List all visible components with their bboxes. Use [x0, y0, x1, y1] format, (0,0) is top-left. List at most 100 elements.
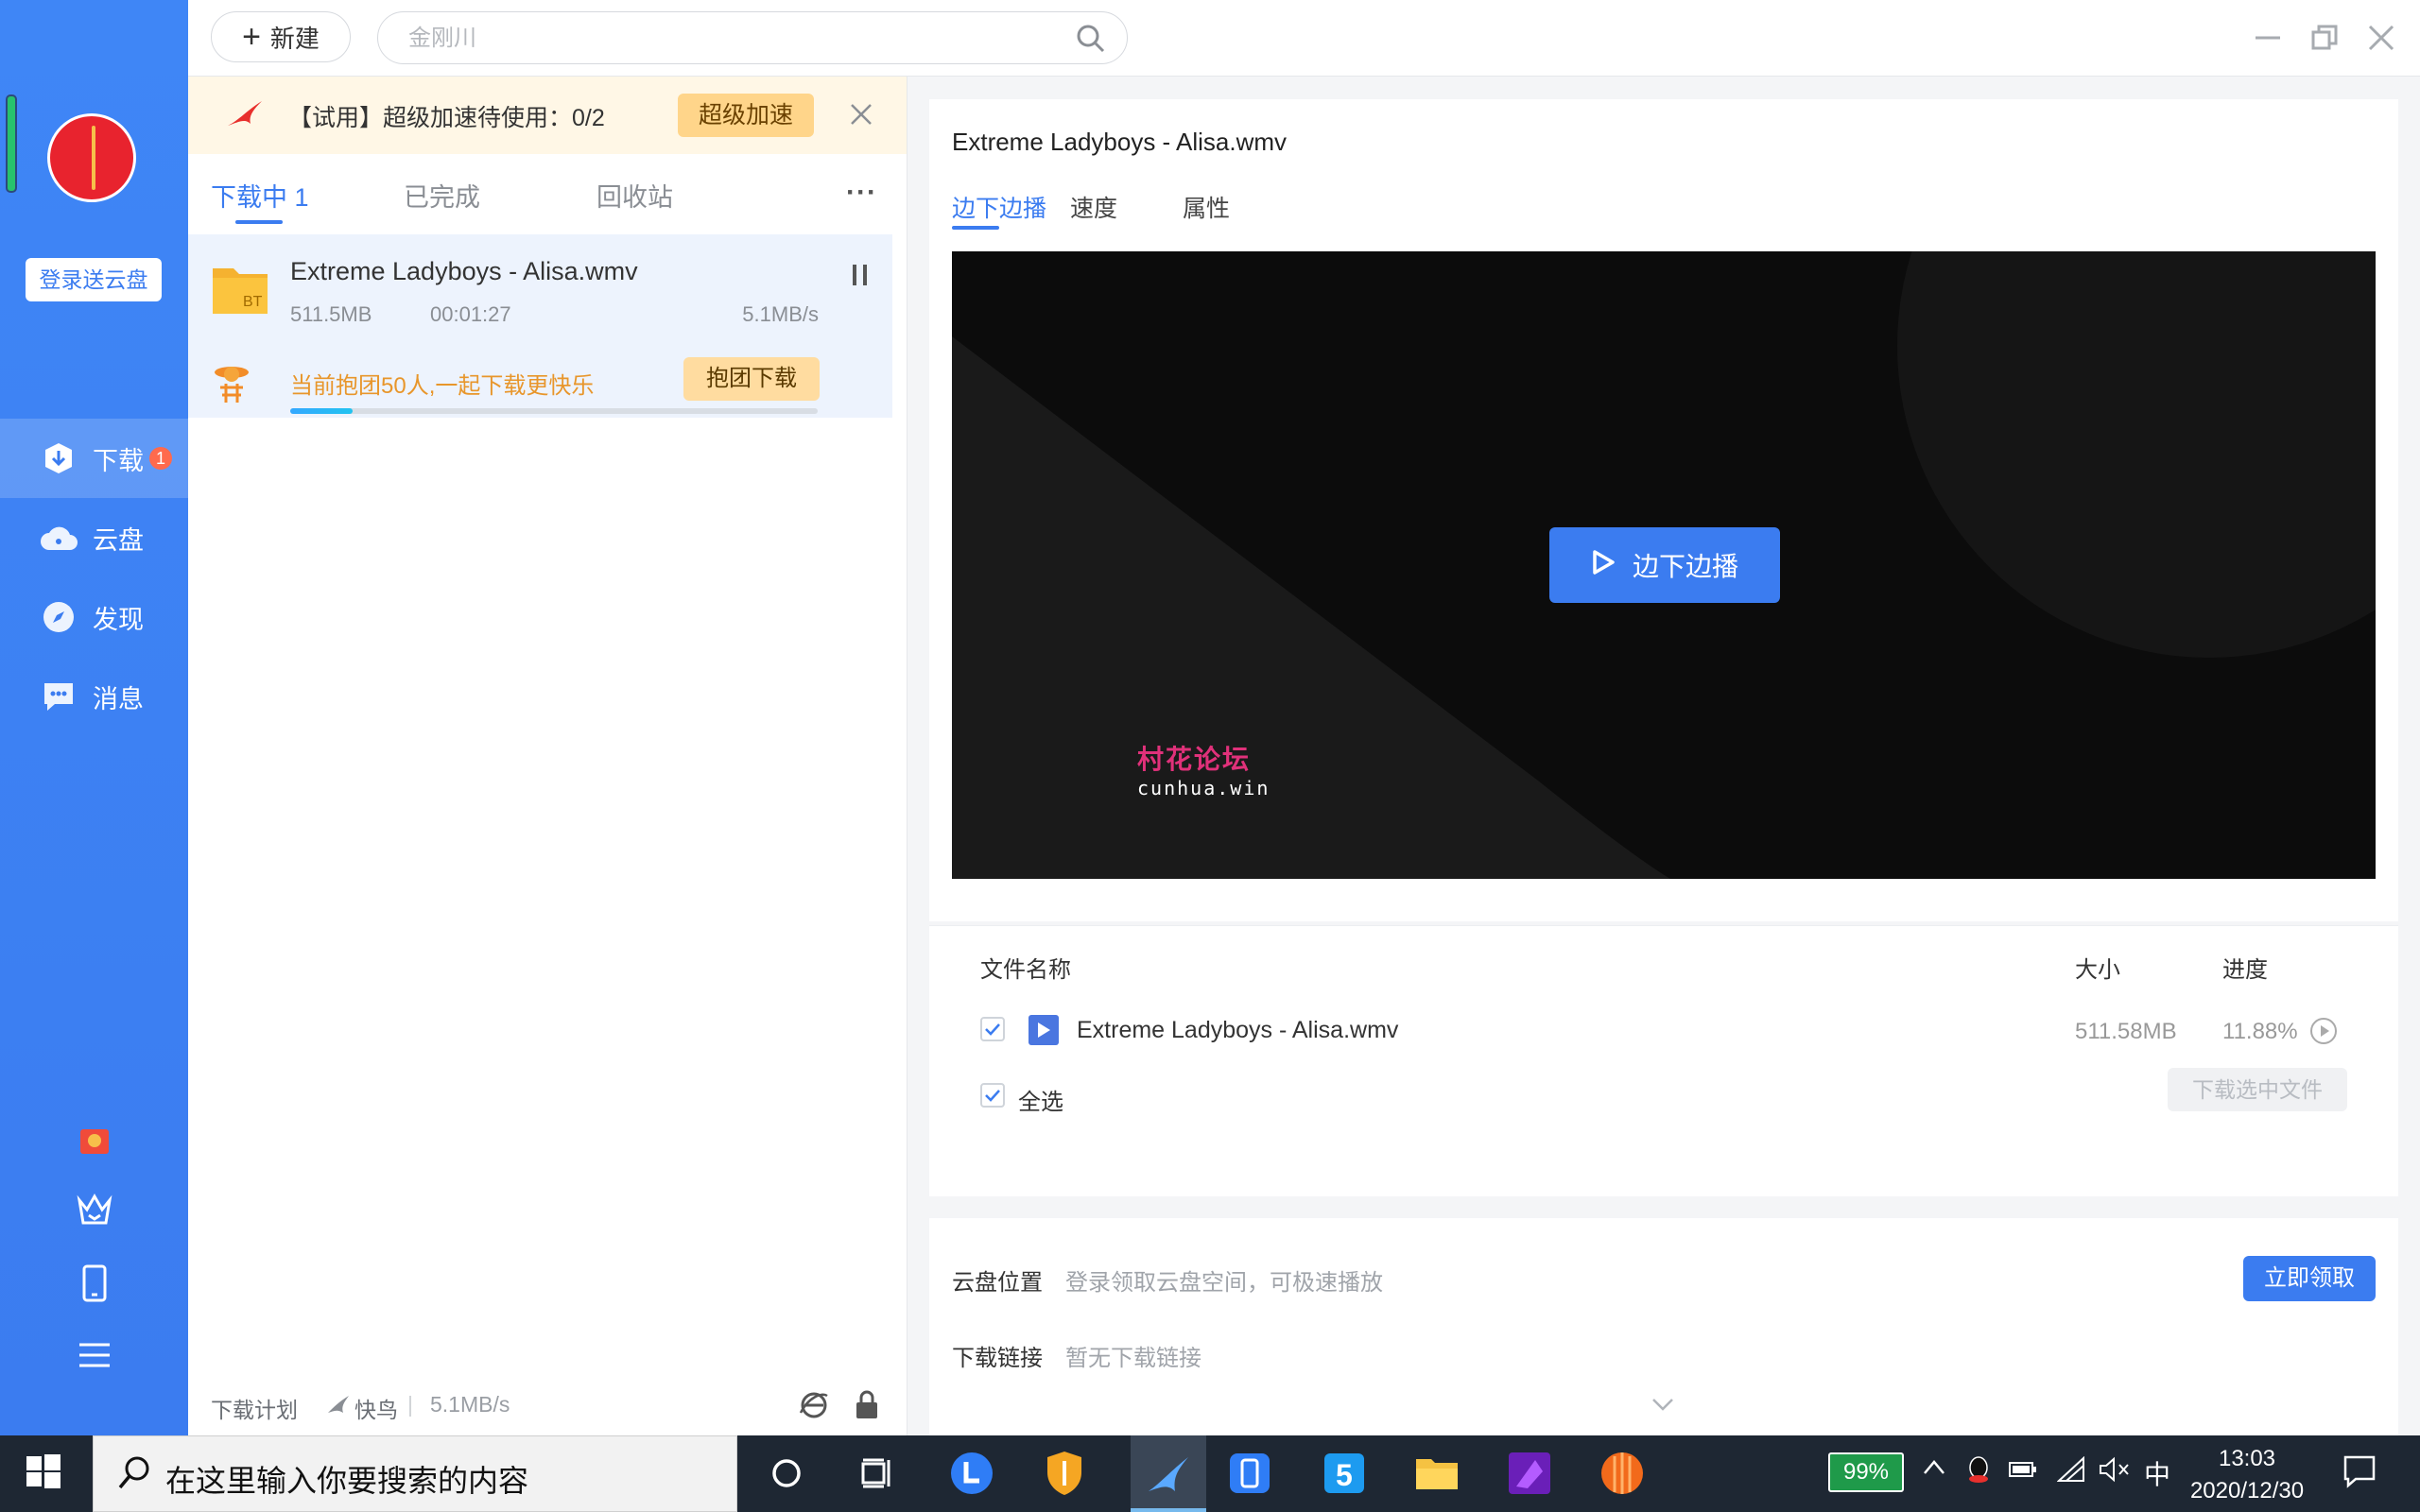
- more-icon[interactable]: ···: [846, 177, 877, 209]
- total-speed: 5.1MB/s: [430, 1392, 510, 1417]
- search-input[interactable]: [406, 20, 1053, 58]
- lock-icon[interactable]: [854, 1390, 880, 1426]
- tab-indicator: [235, 220, 283, 224]
- select-all-checkbox[interactable]: [980, 1083, 1005, 1108]
- login-button[interactable]: 登录送云盘: [26, 258, 162, 301]
- sidebar-item-label: 下载: [93, 446, 144, 475]
- sidebar: 登录送云盘 下载 1 云盘 发现 消息: [0, 0, 188, 1435]
- windows-taskbar: 在这里输入你要搜索的内容 5 99% 中 13:03 2020/12/30: [0, 1435, 2420, 1512]
- file-checkbox[interactable]: [980, 1017, 1005, 1041]
- select-all-label: 全选: [1018, 1090, 1063, 1115]
- notification-center-icon[interactable]: [2342, 1454, 2377, 1493]
- sidebar-item-messages[interactable]: 消息: [0, 657, 188, 736]
- chevron-up-icon[interactable]: [1921, 1454, 1947, 1487]
- file-row-size: 511.58MB: [2075, 1019, 2177, 1044]
- xunlei-taskbar-icon[interactable]: [1131, 1435, 1206, 1512]
- phone-app-icon[interactable]: [1223, 1447, 1276, 1500]
- resize-handle[interactable]: [6, 94, 17, 193]
- battery-icon[interactable]: [2008, 1460, 2038, 1484]
- search-box[interactable]: [377, 11, 1128, 64]
- download-tabs: 下载中 1 已完成 回收站: [188, 154, 907, 220]
- pause-icon[interactable]: [851, 263, 870, 287]
- close-icon[interactable]: [2360, 17, 2402, 59]
- windows-start-icon[interactable]: [25, 1452, 66, 1494]
- download-list-panel: 【试用】超级加速待使用：0/2 超级加速 下载中 1 已完成 回收站 ··· B…: [188, 77, 908, 1435]
- browser-app-icon[interactable]: [1596, 1447, 1649, 1500]
- app-blue-l-icon[interactable]: [945, 1447, 998, 1500]
- play-circle-icon[interactable]: [2309, 1017, 2338, 1050]
- compass-icon: [40, 598, 78, 636]
- input-method-indicator[interactable]: 中: [2144, 1454, 2170, 1492]
- claim-cloud-button[interactable]: 立即领取: [2243, 1256, 2376, 1301]
- cortana-icon[interactable]: [760, 1447, 813, 1500]
- download-icon: [40, 439, 78, 477]
- video-file-icon: [1028, 1015, 1059, 1045]
- wifi-icon[interactable]: [2056, 1455, 2085, 1487]
- file-row-progress: 11.88%: [2222, 1019, 2298, 1044]
- shield-icon[interactable]: [1038, 1447, 1091, 1500]
- menu-icon[interactable]: [74, 1334, 115, 1376]
- tab-properties[interactable]: 属性: [1183, 190, 1230, 224]
- message-icon: [40, 678, 78, 715]
- divider: |: [407, 1392, 413, 1417]
- group-download-button[interactable]: 抱团下载: [683, 357, 820, 401]
- browser-icon[interactable]: [799, 1390, 829, 1426]
- minimize-icon[interactable]: [2247, 17, 2289, 59]
- tab-downloading[interactable]: 下载中 1: [211, 177, 309, 214]
- download-selected-button[interactable]: 下载选中文件: [2168, 1068, 2347, 1111]
- task-view-icon[interactable]: [851, 1447, 904, 1500]
- sidebar-item-discover[interactable]: 发现: [0, 577, 188, 657]
- sidebar-item-cloud[interactable]: 云盘: [0, 498, 188, 577]
- battery-indicator[interactable]: 99%: [1828, 1452, 1904, 1492]
- clock-date: 2020/12/30: [2189, 1478, 2305, 1503]
- task-progress-fill: [290, 408, 354, 414]
- play-label: 边下边播: [1632, 552, 1738, 581]
- watermark-title: 村花论坛: [1137, 745, 1252, 774]
- search-icon[interactable]: [1076, 24, 1106, 59]
- notification-badge: 1: [149, 447, 172, 470]
- sidebar-item-label: 消息: [93, 684, 144, 713]
- video-player[interactable]: 边下边播 村花论坛 cunhua.win: [952, 251, 2376, 879]
- task-speed: 5.1MB/s: [742, 302, 819, 326]
- mobile-icon[interactable]: [74, 1263, 115, 1304]
- task-progress-bar: [290, 408, 818, 414]
- download-link-label: 下载链接: [952, 1346, 1043, 1371]
- taskbar-search-text: 在这里输入你要搜索的内容: [165, 1464, 529, 1498]
- file-row-name: Extreme Ladyboys - Alisa.wmv: [1077, 1017, 1399, 1043]
- kuainiao-icon: [326, 1394, 351, 1420]
- restore-icon[interactable]: [2304, 17, 2345, 59]
- sidebar-item-download[interactable]: 下载 1: [0, 419, 188, 498]
- tab-speed[interactable]: 速度: [1070, 190, 1117, 224]
- system-clock[interactable]: 13:03 2020/12/30: [2186, 1443, 2308, 1507]
- download-link-value: 暂无下载链接: [1065, 1346, 1201, 1371]
- cloud-info-card: 云盘位置 登录领取云盘空间，可极速播放 立即领取 下载链接 暂无下载链接: [929, 1218, 2398, 1451]
- kuainiao-label[interactable]: 快鸟: [354, 1392, 398, 1424]
- file-explorer-icon[interactable]: [1410, 1447, 1463, 1500]
- folder-icon: BT: [211, 261, 269, 316]
- svg-text:5: 5: [1336, 1458, 1353, 1492]
- player-card: Extreme Ladyboys - Alisa.wmv 边下边播 速度 属性 …: [929, 99, 2398, 921]
- chevron-down-icon[interactable]: [1650, 1396, 1676, 1418]
- search-icon: [116, 1453, 154, 1496]
- close-icon[interactable]: [846, 99, 876, 129]
- game-app-icon[interactable]: [1503, 1447, 1556, 1500]
- tab-play-while-downloading[interactable]: 边下边播: [952, 190, 1046, 224]
- task-time-remaining: 00:01:27: [430, 302, 511, 326]
- app-five-icon[interactable]: 5: [1318, 1447, 1371, 1500]
- tab-completed[interactable]: 已完成: [404, 177, 480, 214]
- download-plan-link[interactable]: 下载计划: [211, 1392, 298, 1424]
- play-button[interactable]: 边下边播: [1549, 527, 1780, 603]
- super-accelerate-button[interactable]: 超级加速: [678, 94, 814, 137]
- tab-recycle-bin[interactable]: 回收站: [596, 177, 673, 214]
- volume-muted-icon[interactable]: [2099, 1456, 2131, 1487]
- taskbar-search-box[interactable]: 在这里输入你要搜索的内容: [93, 1435, 737, 1512]
- avatar[interactable]: [47, 113, 136, 202]
- qq-icon[interactable]: [1964, 1454, 1993, 1489]
- new-task-button[interactable]: + 新建: [211, 11, 351, 62]
- cloud-location-hint: 登录领取云盘空间，可极速播放: [1065, 1270, 1383, 1296]
- download-task[interactable]: BT Extreme Ladyboys - Alisa.wmv 511.5MB …: [188, 234, 892, 418]
- gift-icon[interactable]: [74, 1118, 115, 1160]
- crown-icon[interactable]: [74, 1189, 115, 1230]
- plus-icon: +: [242, 19, 261, 55]
- watermark: 村花论坛 cunhua.win: [1137, 739, 1270, 799]
